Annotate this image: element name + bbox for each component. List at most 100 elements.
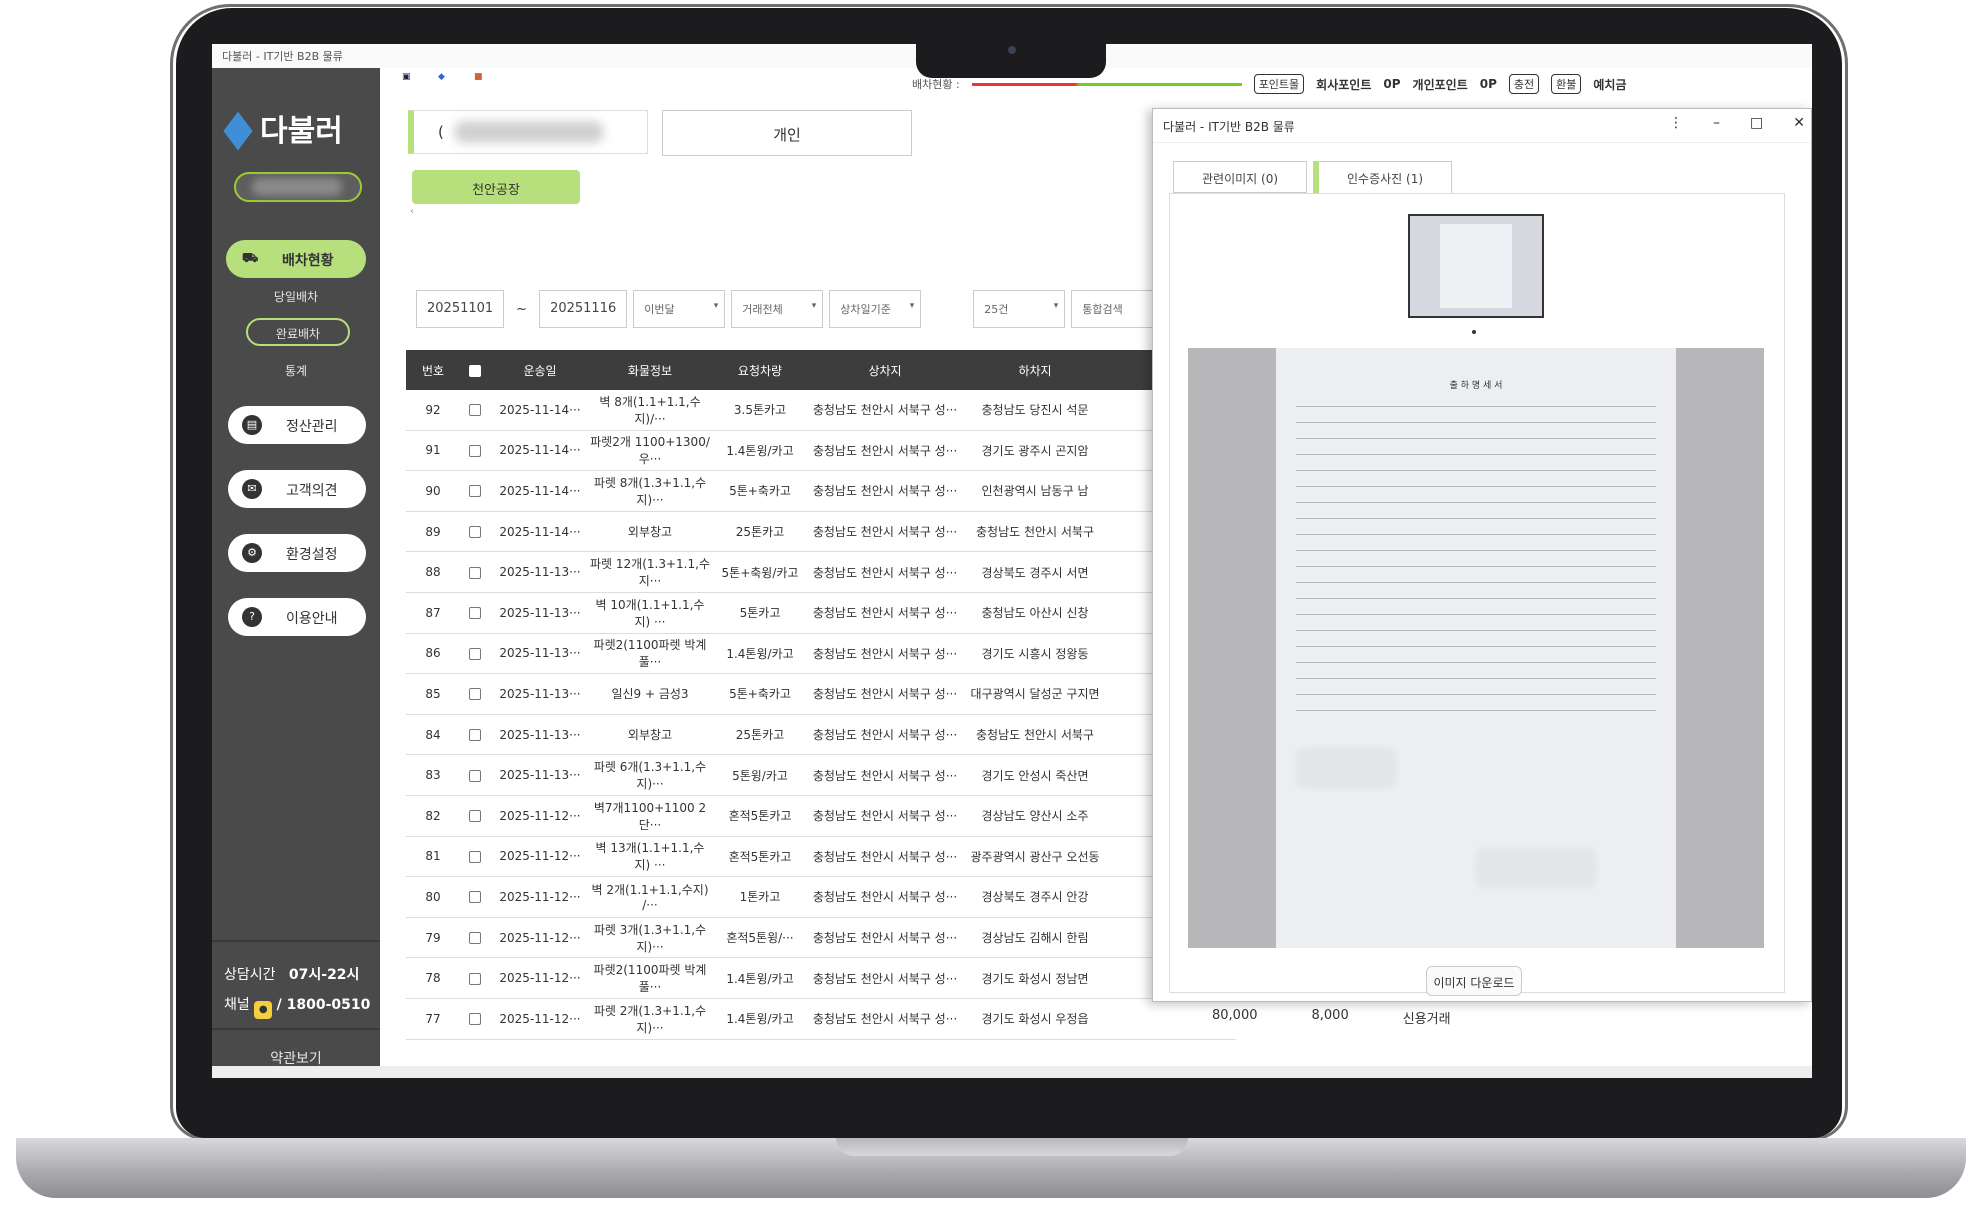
nav-completed-dispatch[interactable]: 완료배차: [246, 318, 350, 346]
nav-statistics[interactable]: 통계: [212, 362, 380, 379]
col-number[interactable]: 번호: [406, 362, 460, 379]
row-checkbox[interactable]: [460, 646, 490, 660]
table-cell: 혼적5톤카고: [728, 809, 792, 824]
table-cell: 2025-11-13···: [499, 686, 581, 701]
tab-related-images[interactable]: 관련이미지 (0): [1173, 161, 1308, 193]
receipt-popup-window: 다불러 - IT기반 B2B 물류 ⋮ – □ ✕ 관련이미지 (0) 인수증사…: [1152, 108, 1812, 1002]
table-row[interactable]: 82 2025-11-12··· 벽7개1100+1100 2단··· 혼적5톤카고 충…: [406, 795, 1236, 837]
refund-button[interactable]: 환불: [1551, 74, 1582, 94]
basis-select[interactable]: 상차일기준: [829, 290, 922, 328]
receipt-thumbnail[interactable]: [1408, 214, 1544, 318]
table-row[interactable]: 86 2025-11-13··· 파렛2(1100파렛 박계풀··· 1.4톤윙/카고…: [406, 633, 1236, 675]
table-header: 번호 운송일 화물정보 요청차량 상차지 하차지: [406, 350, 1236, 390]
row-checkbox[interactable]: [460, 606, 490, 620]
row-checkbox[interactable]: [460, 768, 490, 782]
table-row[interactable]: 78 2025-11-12··· 파렛2(1100파렛 박계풀··· 1.4톤윙/카고…: [406, 958, 1236, 999]
tab-company[interactable]: (: [408, 110, 648, 154]
row-checkbox[interactable]: [460, 484, 490, 498]
table-row[interactable]: 77 2025-11-12··· 파렛 2개(1.3+1.1,수지)··· 1.4톤윙…: [406, 998, 1236, 1040]
table-cell: 경기도 안성시 죽산면: [981, 768, 1089, 783]
table-cell: 경기도 화성시 정남면: [981, 971, 1089, 986]
carousel-indicator[interactable]: [1472, 330, 1476, 334]
hours-label: 상담시간: [224, 967, 276, 983]
table-cell: 2025-11-12···: [499, 889, 581, 904]
col-cargo[interactable]: 화물정보: [590, 362, 710, 379]
col-dropoff[interactable]: 하차지: [960, 362, 1110, 379]
table-cell: 인천광역시 남동구 남: [981, 484, 1089, 499]
row-checkbox[interactable]: [460, 931, 490, 945]
nav-today-dispatch[interactable]: 당일배차: [212, 288, 380, 305]
select-all-checkbox[interactable]: [460, 363, 490, 377]
terms-link[interactable]: 약관보기: [212, 1048, 380, 1068]
nav-feedback[interactable]: ✉ 고객의견: [228, 470, 366, 508]
table-row[interactable]: 80 2025-11-12··· 벽 2개(1.1+1.1,수지) /··· 1톤카고…: [406, 877, 1236, 918]
table-row[interactable]: 90 2025-11-14··· 파렛 8개(1.3+1.1,수지)··· 5톤+축카…: [406, 471, 1236, 512]
user-account-pill[interactable]: [234, 172, 362, 202]
table-cell: 충청남도 천안시 서북구 성···: [812, 849, 958, 864]
table-row[interactable]: 84 2025-11-13··· 외부창고 25톤카고 충청남도 천안시 서북구 성··…: [406, 714, 1236, 756]
table-cell: 2025-11-14···: [499, 402, 581, 417]
col-pickup[interactable]: 상차지: [810, 362, 960, 379]
page-size-select[interactable]: 25건: [973, 290, 1066, 328]
trade-select[interactable]: 거래전체: [731, 290, 824, 328]
nav-dispatch-status[interactable]: ⛟ 배차현황: [226, 240, 366, 278]
nav-guide[interactable]: ? 이용안내: [228, 598, 366, 636]
table-cell: 충청남도 천안시 서북구 성···: [812, 809, 958, 824]
more-menu-icon[interactable]: ⋮: [1669, 115, 1683, 131]
point-mall-button[interactable]: 포인트몰: [1253, 74, 1305, 94]
tab-personal[interactable]: 개인: [662, 110, 912, 156]
period-select[interactable]: 이번달: [633, 290, 726, 328]
table-row[interactable]: 83 2025-11-13··· 파렛 6개(1.3+1.1,수지)··· 5톤윙/카…: [406, 755, 1236, 796]
row-checkbox[interactable]: [460, 890, 490, 904]
table-cell: 충청남도 천안시 서북구 성···: [812, 403, 958, 418]
date-from-input[interactable]: 20251101: [416, 290, 505, 328]
row-checkbox[interactable]: [460, 809, 490, 823]
kakao-icon[interactable]: ●: [254, 1001, 273, 1019]
table-cell: 경상남도 양산시 소주: [981, 809, 1089, 824]
horizontal-scrollbar[interactable]: [212, 1066, 1812, 1078]
nav-label: 고객의견: [286, 483, 338, 499]
row-checkbox[interactable]: [460, 525, 490, 539]
row-checkbox[interactable]: [460, 687, 490, 701]
nav-settlement[interactable]: ▤ 정산관리: [228, 406, 366, 444]
table-cell: 경기도 화성시 우정읍: [981, 1012, 1089, 1027]
factory-button[interactable]: 천안공장: [412, 170, 580, 204]
dispatch-status-label: 배차현황 :: [912, 78, 960, 91]
table-cell: 2025-11-14···: [499, 443, 581, 458]
row-checkbox[interactable]: [460, 443, 490, 457]
table-cell: 충청남도 당진시 석문: [981, 403, 1089, 418]
date-to-input[interactable]: 20251116: [539, 290, 628, 328]
col-date[interactable]: 운송일: [490, 362, 590, 379]
row-checkbox[interactable]: [460, 403, 490, 417]
table-row[interactable]: 81 2025-11-12··· 벽 13개(1.1+1.1,수지) ··· 혼적5톤…: [406, 836, 1236, 878]
receipt-image-viewer[interactable]: 출 하 명 세 서: [1188, 348, 1764, 948]
row-checkbox[interactable]: [460, 849, 490, 863]
scroll-left-icon[interactable]: ‹: [410, 206, 414, 217]
minimize-icon[interactable]: –: [1713, 115, 1720, 131]
charge-button[interactable]: 충전: [1508, 74, 1540, 94]
row-checkbox[interactable]: [460, 565, 490, 579]
row-checkbox[interactable]: [460, 971, 490, 985]
table-cell: 2025-11-13···: [499, 605, 581, 620]
table-cell: 2025-11-13···: [499, 727, 581, 742]
image-download-button[interactable]: 이미지 다운로드: [1426, 966, 1522, 996]
maximize-icon[interactable]: □: [1750, 115, 1763, 131]
col-vehicle[interactable]: 요청차량: [710, 362, 810, 379]
table-row[interactable]: 87 2025-11-13··· 벽 10개(1.1+1.1,수지) ··· 5톤카고…: [406, 592, 1236, 634]
tab-receipt-photo[interactable]: 인수증사진 (1): [1313, 161, 1453, 193]
row-checkbox[interactable]: [460, 728, 490, 742]
popup-tabs: 관련이미지 (0) 인수증사진 (1): [1173, 161, 1453, 193]
receipt-document: 출 하 명 세 서: [1276, 348, 1676, 948]
app-logo[interactable]: 다불러: [223, 106, 343, 151]
table-row[interactable]: 89 2025-11-14··· 외부창고 25톤카고 충청남도 천안시 서북구 성··…: [406, 511, 1236, 553]
table-row[interactable]: 79 2025-11-12··· 파렛 3개(1.3+1.1,수지)··· 혼적5톤윙…: [406, 917, 1236, 959]
close-icon[interactable]: ✕: [1793, 115, 1805, 131]
table-row[interactable]: 88 2025-11-13··· 파렛 12개(1.3+1.1,수지··· 5톤+축윙…: [406, 552, 1236, 593]
table-cell: 충청남도 아산시 신창: [981, 606, 1089, 621]
table-row[interactable]: 92 2025-11-14··· 벽 8개(1.1+1.1,수지)/··· 3.5톤카…: [406, 390, 1236, 431]
row-checkbox[interactable]: [460, 1012, 490, 1026]
table-row[interactable]: 91 2025-11-14··· 파렛2개 1100+1300/우··· 1.4톤윙/…: [406, 430, 1236, 472]
table-row[interactable]: 85 2025-11-13··· 일신9 + 금성3 5톤+축카고 충청남도 천안시 서…: [406, 674, 1236, 715]
nav-settings[interactable]: ⚙ 환경설정: [228, 534, 366, 572]
popup-body: 출 하 명 세 서 이미지 다운로드: [1169, 193, 1785, 996]
